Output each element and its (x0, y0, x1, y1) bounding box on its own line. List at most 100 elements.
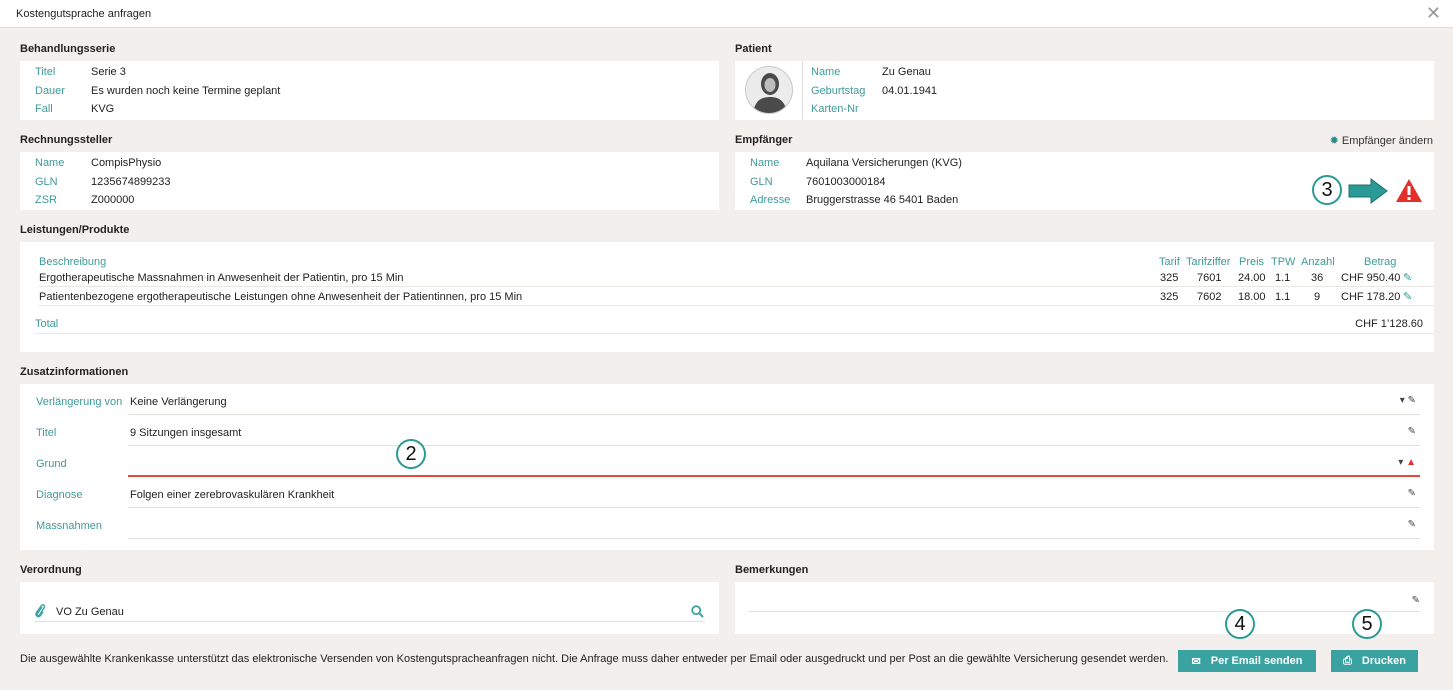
edit-pencil-icon[interactable]: ✎ (1412, 595, 1420, 606)
window-titlebar: Kostengutsprache anfragen ✕ (0, 0, 1453, 28)
field-label: GLN (35, 176, 58, 188)
send-email-label: Per Email senden (1210, 655, 1303, 667)
avatar (745, 66, 793, 114)
edit-pencil-icon[interactable]: ✎ (1408, 488, 1416, 499)
patient-heading: Patient (735, 43, 772, 55)
field-label: Verlängerung von (36, 396, 123, 408)
total-label: Total (35, 318, 59, 330)
column-header: Preis (1239, 256, 1265, 268)
field-value: 1235674899233 (91, 176, 171, 188)
field-label: Massnahmen (36, 520, 103, 532)
printer-icon: ⎙ (1343, 654, 1352, 667)
zusatz-heading: Zusatzinformationen (20, 366, 129, 378)
table-row: Patientenbezogene ergotherapeutische Lei… (39, 287, 1434, 306)
field-label: ZSR (35, 194, 57, 206)
edit-pencil-icon[interactable]: ✎ (1408, 395, 1416, 406)
total-row: Total CHF 1’128.60 (35, 314, 1434, 334)
close-icon[interactable]: ✕ (1426, 3, 1441, 23)
search-icon[interactable] (691, 605, 704, 618)
paperclip-icon (35, 604, 46, 618)
mail-icon: ✉ (1191, 655, 1201, 668)
field-value: Z000000 (91, 194, 135, 206)
gear-icon: ✹ (1329, 135, 1339, 147)
row-tarifziffer: 7601 (1197, 272, 1222, 284)
send-email-button[interactable]: ✉ Per Email senden (1178, 650, 1316, 672)
print-button[interactable]: ⎙ Drucken (1331, 650, 1418, 672)
column-header: Tarif (1159, 256, 1180, 268)
annotation-badge-4: 4 (1225, 609, 1255, 639)
column-header: Tarifziffer (1186, 256, 1231, 268)
field-value: CompisPhysio (91, 157, 162, 169)
field-label: Diagnose (36, 489, 83, 501)
rechnungssteller-card: Name CompisPhysio GLN 1235674899233 ZSR … (20, 152, 719, 210)
row-tarifziffer: 7602 (1197, 291, 1222, 303)
divider (802, 61, 803, 120)
field-underline (128, 538, 1420, 539)
empfaenger-card: Name Aquilana Versicherungen (KVG) GLN 7… (735, 152, 1434, 210)
field-label: Titel (35, 66, 56, 78)
field-titel[interactable]: Titel 9 Sitzungen insgesamt ✎ (34, 415, 1420, 446)
field-label: Grund (36, 458, 67, 470)
verordnung-heading: Verordnung (20, 564, 82, 576)
row-tarif: 325 (1160, 272, 1179, 284)
field-label: Fall (35, 103, 53, 115)
field-underline (749, 611, 1420, 612)
row-anzahl: 9 (1314, 291, 1321, 303)
row-anzahl: 36 (1311, 272, 1324, 284)
footer-notice: Die ausgewählte Krankenkasse unterstützt… (20, 653, 1169, 665)
dropdown-caret-icon[interactable]: ▾ (1398, 457, 1403, 468)
print-label: Drucken (1361, 655, 1406, 667)
field-value: Es wurden noch keine Termine geplant (91, 85, 281, 97)
field-massnahmen[interactable]: Massnahmen ✎ (34, 508, 1420, 539)
rechnungssteller-heading: Rechnungssteller (20, 134, 113, 146)
warning-icon: ▲ (1406, 457, 1416, 468)
column-header: Beschreibung (39, 256, 107, 268)
field-label: Dauer (35, 85, 65, 97)
verordnung-value[interactable]: VO Zu Genau (56, 606, 124, 618)
field-value: 04.01.1941 (882, 85, 938, 97)
empfaenger-heading: Empfänger (735, 134, 793, 146)
behandlungsserie-card: Titel Serie 3 Dauer Es wurden noch keine… (20, 61, 719, 120)
field-label: Name (35, 157, 65, 169)
edit-pencil-icon[interactable]: ✎ (1403, 290, 1412, 303)
field-label: Name (750, 157, 780, 169)
field-value: Zu Genau (882, 66, 931, 78)
change-recipient-link[interactable]: ✹ Empfänger ändern (1330, 134, 1433, 147)
field-grund[interactable]: Grund ▾ ▲ (34, 446, 1420, 477)
column-header: TPW (1271, 256, 1296, 268)
verordnung-card: VO Zu Genau (20, 582, 719, 634)
field-label: GLN (750, 176, 773, 188)
field-verlaengerung[interactable]: Verlängerung von Keine Verlängerung ▾ ✎ (34, 384, 1420, 415)
field-label: Karten-Nr (811, 103, 859, 115)
row-tpw: 1.1 (1275, 272, 1291, 284)
field-diagnose[interactable]: Diagnose Folgen einer zerebrovaskulären … (34, 477, 1420, 508)
row-preis: 24.00 (1238, 272, 1266, 284)
bemerkungen-card[interactable]: ✎ (735, 582, 1434, 634)
row-description: Ergotherapeutische Massnahmen in Anwesen… (39, 272, 404, 284)
behandlungsserie-heading: Behandlungsserie (20, 43, 116, 55)
field-label: Geburtstag (811, 85, 866, 97)
edit-pencil-icon[interactable]: ✎ (1403, 271, 1412, 284)
field-value: Serie 3 (91, 66, 126, 78)
row-tpw: 1.1 (1275, 291, 1291, 303)
edit-pencil-icon[interactable]: ✎ (1408, 519, 1416, 530)
row-tarif: 325 (1160, 291, 1179, 303)
change-recipient-label: Empfänger ändern (1341, 135, 1433, 147)
window-title: Kostengutsprache anfragen (16, 8, 152, 20)
edit-pencil-icon[interactable]: ✎ (1408, 426, 1416, 437)
field-label: Titel (36, 427, 57, 439)
column-header: Betrag (1364, 256, 1397, 268)
dropdown-caret-icon[interactable]: ▾ (1400, 395, 1405, 406)
leistungen-heading: Leistungen/Produkte (20, 224, 130, 236)
field-value: Keine Verlängerung (130, 396, 227, 408)
annotation-badge-2: 2 (396, 439, 426, 469)
row-betrag: CHF 178.20 (1341, 291, 1401, 303)
leistungen-card: Beschreibung Tarif Tarifziffer Preis TPW… (20, 242, 1434, 352)
column-header: Anzahl (1301, 256, 1335, 268)
table-row: Ergotherapeutische Massnahmen in Anwesen… (39, 268, 1434, 287)
field-value: Aquilana Versicherungen (KVG) (806, 157, 962, 169)
row-description: Patientenbezogene ergotherapeutische Lei… (39, 291, 523, 303)
warning-icon (1396, 179, 1422, 202)
patient-card: Name Zu Genau Geburtstag 04.01.1941 Kart… (735, 61, 1434, 120)
row-preis: 18.00 (1238, 291, 1266, 303)
